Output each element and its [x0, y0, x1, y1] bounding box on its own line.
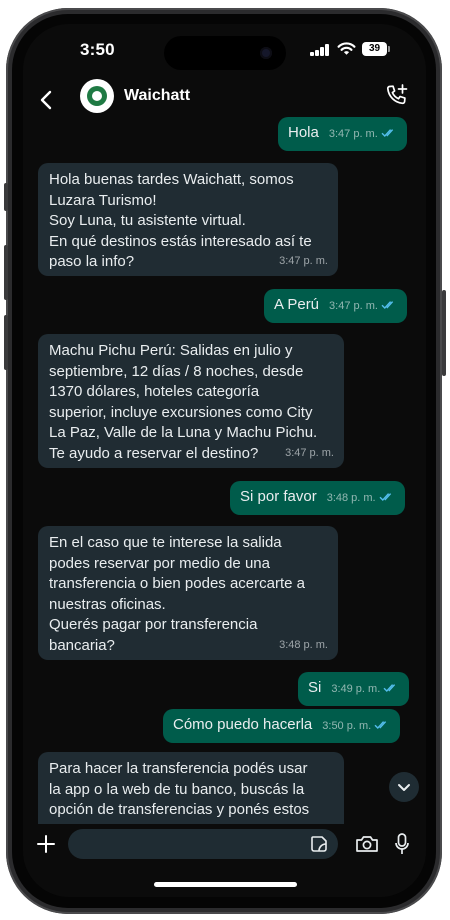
screen: 3:50 39 Waichatt Hola 3:47 p. m. Hola bu…	[23, 24, 426, 897]
message-text: Para hacer la transferencia podés usar l…	[49, 760, 310, 818]
message-time: 3:47 p. m.	[328, 128, 378, 140]
message-time: 3:47 p. m.	[329, 300, 378, 312]
incoming-message[interactable]: Machu Pichu Perú: Salidas en julio y sep…	[38, 334, 344, 468]
status-bar: 3:50 39	[23, 24, 426, 78]
read-receipt-icon	[383, 684, 396, 693]
incoming-message[interactable]: Para hacer la transferencia podés usar l…	[38, 752, 344, 824]
home-indicator	[154, 882, 297, 887]
logo-icon	[87, 86, 107, 106]
message-text: Cómo puedo hacerla	[173, 716, 313, 733]
action-button	[4, 183, 8, 211]
message-meta: 3:47 p. m.	[329, 124, 397, 145]
chevron-down-icon	[398, 784, 410, 791]
message-meta: 3:49 p. m.	[331, 679, 399, 700]
wifi-icon	[337, 42, 356, 55]
message-text: A Perú	[274, 296, 320, 313]
outgoing-message[interactable]: Si 3:49 p. m.	[298, 672, 410, 706]
message-time: 3:48 p. m.	[326, 492, 376, 504]
message-meta: 3:50 p. m.	[322, 716, 390, 737]
message-text: Si	[308, 679, 322, 696]
message-meta: 3:48 p. m.	[327, 488, 395, 509]
cellular-signal-icon	[310, 44, 332, 56]
read-receipt-icon	[379, 493, 391, 502]
front-camera	[260, 47, 272, 59]
message-time: 3:47 p. m.	[279, 254, 328, 267]
outgoing-message[interactable]: Hola 3:47 p. m.	[278, 117, 407, 151]
power-button	[442, 290, 446, 376]
add-call-icon[interactable]	[384, 83, 410, 109]
message-text: Hola	[288, 124, 319, 141]
volume-down-button	[4, 315, 8, 370]
camera-icon[interactable]	[355, 835, 379, 853]
dynamic-island	[164, 36, 286, 70]
status-time: 3:50	[80, 40, 115, 59]
chevron-left-icon[interactable]	[33, 86, 61, 114]
read-receipt-icon	[381, 301, 394, 310]
avatar[interactable]	[80, 79, 114, 113]
message-meta: 3:47 p. m.	[329, 296, 397, 317]
outgoing-message[interactable]: Si por favor 3:48 p. m.	[230, 481, 405, 515]
battery-indicator: 39	[362, 42, 387, 56]
message-time: 3:49 p. m.	[331, 683, 381, 695]
message-time: 3:48 p. m.	[279, 638, 328, 651]
message-time: 3:47 p. m.	[285, 446, 334, 459]
contact-name[interactable]: Waichatt	[124, 87, 190, 105]
message-text: Si por favor	[240, 488, 317, 505]
microphone-icon[interactable]	[395, 833, 409, 855]
outgoing-message[interactable]: Cómo puedo hacerla 3:50 p. m.	[163, 709, 401, 743]
message-input[interactable]	[68, 829, 338, 859]
incoming-message[interactable]: En el caso que te interese la salida pod…	[38, 526, 338, 660]
read-receipt-icon	[381, 129, 393, 138]
message-time: 3:50 p. m.	[322, 720, 372, 732]
outgoing-message[interactable]: A Perú 3:47 p. m.	[264, 289, 407, 323]
battery-tip	[388, 46, 390, 52]
incoming-message[interactable]: Hola buenas tardes Waichatt, somos Luzar…	[38, 163, 338, 276]
read-receipt-icon	[374, 721, 387, 730]
plus-icon[interactable]	[36, 834, 56, 854]
sticker-icon[interactable]	[310, 835, 328, 853]
chat-area[interactable]: Hola 3:47 p. m. Hola buenas tardes Waicha…	[23, 114, 426, 824]
volume-up-button	[4, 245, 8, 300]
scroll-to-bottom-button[interactable]	[389, 772, 419, 802]
